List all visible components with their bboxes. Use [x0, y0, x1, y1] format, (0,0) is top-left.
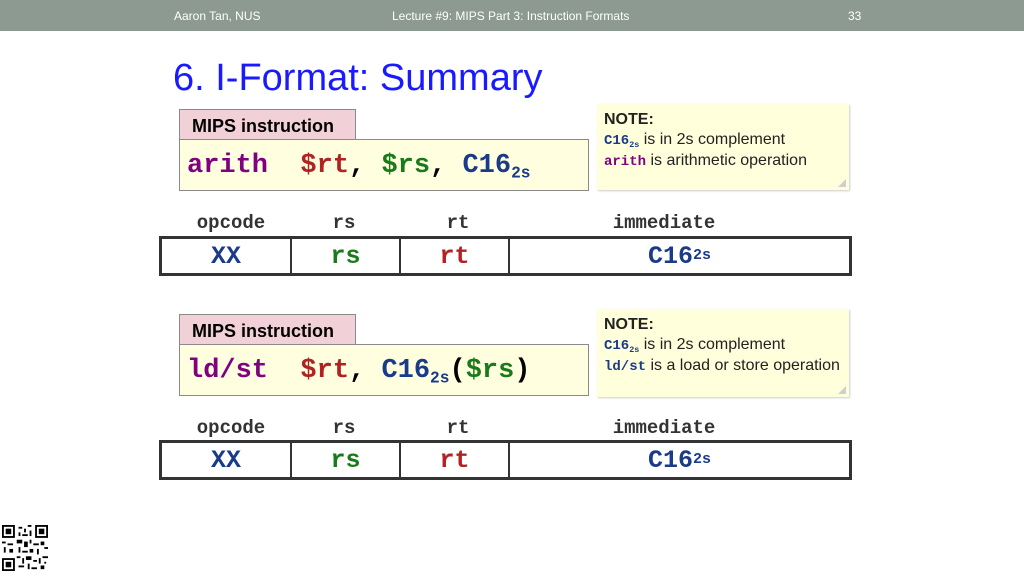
instruction-format: XX rs rt C16 2s: [159, 440, 852, 480]
instr-rs: $rs: [381, 151, 431, 181]
instr-imm: C162s: [462, 151, 531, 183]
instr-paren: ): [514, 356, 531, 386]
field-label-opcode: opcode: [196, 212, 266, 234]
instruction-ldst: ld/st $rt, C162s($rs): [179, 344, 589, 396]
note-line-imm: C162s is in 2s complement: [604, 336, 786, 355]
format-cell-immediate: C16 2s: [508, 239, 849, 273]
page-fold-icon: [838, 179, 846, 187]
qr-code-icon: [2, 525, 48, 571]
field-label-rs: rs: [332, 212, 356, 234]
note-box: NOTE: C162s is in 2s complement arith is…: [597, 104, 849, 190]
note-line-op: arith is arithmetic operation: [604, 152, 807, 170]
note-imm-code: C162s: [604, 338, 640, 355]
header-page-number: 33: [848, 9, 862, 23]
format-cell-rt: rt: [399, 239, 508, 273]
mips-instruction-tag: MIPS instruction: [179, 109, 356, 140]
format-cell-immediate: C16 2s: [508, 443, 849, 477]
header-lecture: Lecture #9: MIPS Part 3: Instruction For…: [392, 9, 630, 23]
instruction-format: XX rs rt C16 2s: [159, 236, 852, 276]
page-fold-icon: [838, 386, 846, 394]
note-line-op: ld/st is a load or store operation: [604, 357, 840, 375]
instr-rt: $rt: [300, 151, 350, 181]
instr-op: arith: [187, 151, 269, 181]
instr-op: ld/st: [187, 356, 269, 386]
format-cell-opcode: XX: [210, 241, 241, 271]
format-cell-rt: rt: [399, 443, 508, 477]
instr-rt: $rt: [300, 356, 350, 386]
note-op-code: ld/st: [604, 359, 647, 375]
note-box: NOTE: C162s is in 2s complement ld/st is…: [597, 309, 849, 397]
field-label-rt: rt: [446, 417, 470, 439]
field-label-immediate: immediate: [612, 417, 716, 439]
note-line-imm: C162s is in 2s complement: [604, 131, 786, 150]
note-heading: NOTE:: [604, 316, 654, 333]
format-cell-rs: rs: [290, 443, 399, 477]
header-author: Aaron Tan, NUS: [174, 9, 261, 23]
instr-comma: ,: [430, 151, 447, 181]
instr-comma: ,: [349, 356, 366, 386]
instr-paren: (: [449, 356, 466, 386]
field-label-opcode: opcode: [196, 417, 266, 439]
instr-rs: $rs: [465, 356, 515, 386]
note-imm-code: C162s: [604, 133, 640, 150]
note-heading: NOTE:: [604, 111, 654, 128]
field-label-rt: rt: [446, 212, 470, 234]
format-cell-rs: rs: [290, 239, 399, 273]
format-cell-opcode: XX: [210, 445, 241, 475]
slide-title: 6. I-Format: Summary: [173, 57, 543, 99]
instr-comma: ,: [349, 151, 366, 181]
note-op-code: arith: [604, 154, 647, 170]
field-label-immediate: immediate: [612, 212, 716, 234]
mips-instruction-tag: MIPS instruction: [179, 314, 356, 345]
slide-header: Aaron Tan, NUS Lecture #9: MIPS Part 3: …: [0, 0, 1024, 31]
instr-imm: C162s: [381, 356, 450, 388]
instruction-arith: arith $rt, $rs, C162s: [179, 139, 589, 191]
field-label-rs: rs: [332, 417, 356, 439]
